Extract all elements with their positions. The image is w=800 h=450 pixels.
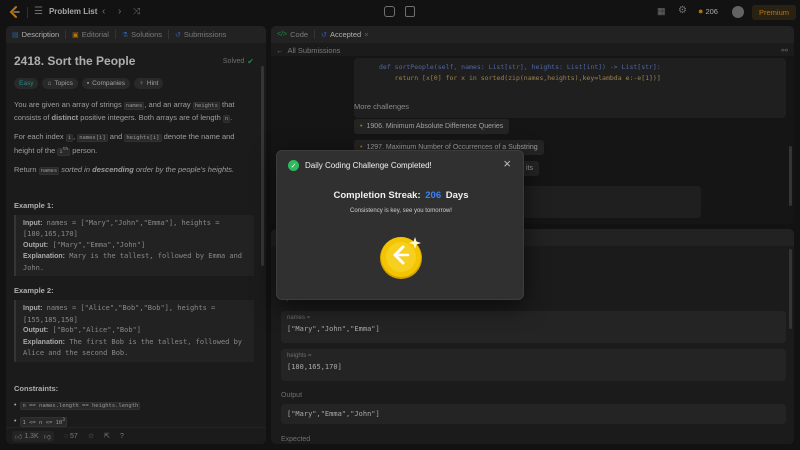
- close-icon[interactable]: ×: [503, 156, 511, 171]
- streak-label: Completion Streak:: [333, 190, 421, 201]
- check-circle-icon: ✓: [288, 160, 299, 171]
- modal-header: ✓ Daily Coding Challenge Completed!: [288, 160, 432, 171]
- streak-line: Completion Streak: 206 Days: [277, 190, 525, 201]
- coin-icon: [378, 234, 424, 280]
- streak-value: 206: [425, 190, 442, 201]
- daily-challenge-modal: ✓ Daily Coding Challenge Completed! × Co…: [276, 150, 524, 300]
- modal-subtitle: Consistency is key, see you tomorrow!: [350, 208, 452, 214]
- streak-unit: Days: [445, 190, 469, 201]
- modal-title: Daily Coding Challenge Completed!: [305, 161, 432, 170]
